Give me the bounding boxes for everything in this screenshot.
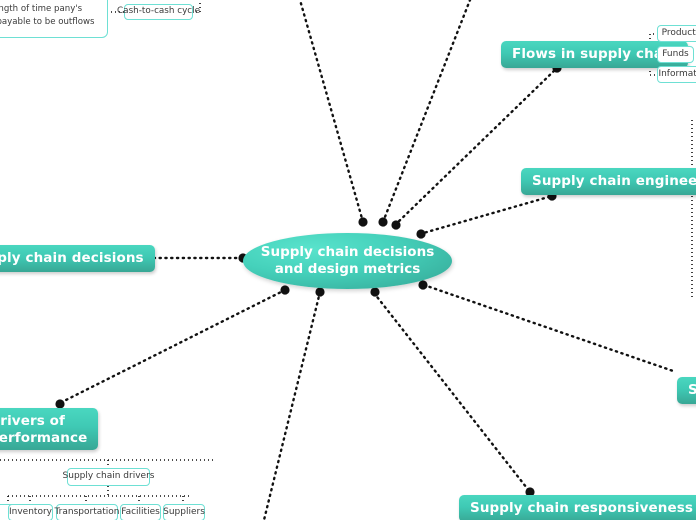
- note-cash-to-cash-description[interactable]: accounts receivable to be inflows and th…: [0, 0, 108, 38]
- center-node-line2: and design metrics: [274, 261, 421, 277]
- topic-drivers-label-line2: performance: [0, 429, 88, 446]
- subbox-supply-chain-drivers[interactable]: Supply chain drivers: [63, 468, 154, 486]
- edge-center-to-drivers: [58, 288, 287, 405]
- edge-center-to-topleft: [298, 0, 365, 224]
- subbox-facilities-label: Facilities: [121, 506, 160, 517]
- edge-center-to-bottom: [262, 290, 322, 520]
- topic-supply-chain-responsiveness[interactable]: Supply chain responsiveness: [459, 495, 696, 520]
- subbox-funds-label: Funds: [662, 48, 689, 59]
- topic-drivers-label-line1: Drivers of: [0, 413, 65, 429]
- center-node-line1: Supply chain decisions: [260, 243, 435, 260]
- subbox-inventory[interactable]: Inventory: [8, 504, 53, 520]
- subbox-transportation-label: Transportation: [54, 506, 120, 517]
- edge-center-to-right-clipped: [422, 283, 678, 374]
- topic-engineering-label: Supply chain engineering: [532, 173, 696, 190]
- subbox-suppliers[interactable]: Suppliers: [163, 504, 205, 520]
- subbox-supply-chain-drivers-label: Supply chain drivers: [62, 471, 155, 482]
- topic-flows-label: Flows in supply chain: [512, 46, 678, 63]
- edge-engineering-children: [685, 120, 693, 300]
- subbox-information-label: Information: [658, 68, 696, 79]
- center-node[interactable]: Supply chain decisions and design metric…: [243, 233, 452, 289]
- subbox-products-label: Products: [661, 27, 696, 38]
- topic-decisions-label: Supply chain decisions: [0, 250, 144, 267]
- edge-center-to-engineering: [418, 194, 554, 236]
- mindmap-canvas: Supply chain decisions and design metric…: [0, 0, 696, 520]
- subbox-funds[interactable]: Funds: [657, 46, 694, 63]
- edge-center-to-top: [381, 0, 472, 224]
- subbox-transportation[interactable]: Transportation: [54, 504, 120, 520]
- subbox-cash-to-cash-label: Cash-to-cash cycle: [117, 6, 200, 17]
- topic-right-edge-label: Su: [688, 382, 696, 399]
- subbox-information[interactable]: Information: [657, 66, 696, 83]
- topic-supply-chain-engineering[interactable]: Supply chain engineering: [521, 168, 696, 195]
- topic-responsiveness-label: Supply chain responsiveness: [470, 500, 694, 517]
- topic-right-edge-clipped[interactable]: Su: [677, 377, 696, 404]
- note-cash-to-cash-text: accounts receivable to be inflows and th…: [0, 0, 99, 27]
- subbox-cash-to-cash-cycle[interactable]: Cash-to-cash cycle: [117, 4, 200, 20]
- subbox-products[interactable]: Products: [657, 25, 696, 42]
- topic-drivers-of-performance[interactable]: Drivers of performance: [0, 408, 99, 450]
- subbox-suppliers-label: Suppliers: [163, 506, 205, 517]
- topic-supply-chain-decisions[interactable]: Supply chain decisions: [0, 245, 155, 272]
- subbox-facilities[interactable]: Facilities: [120, 504, 161, 520]
- edge-center-to-responsiveness: [372, 291, 532, 494]
- subbox-inventory-label: Inventory: [9, 506, 52, 517]
